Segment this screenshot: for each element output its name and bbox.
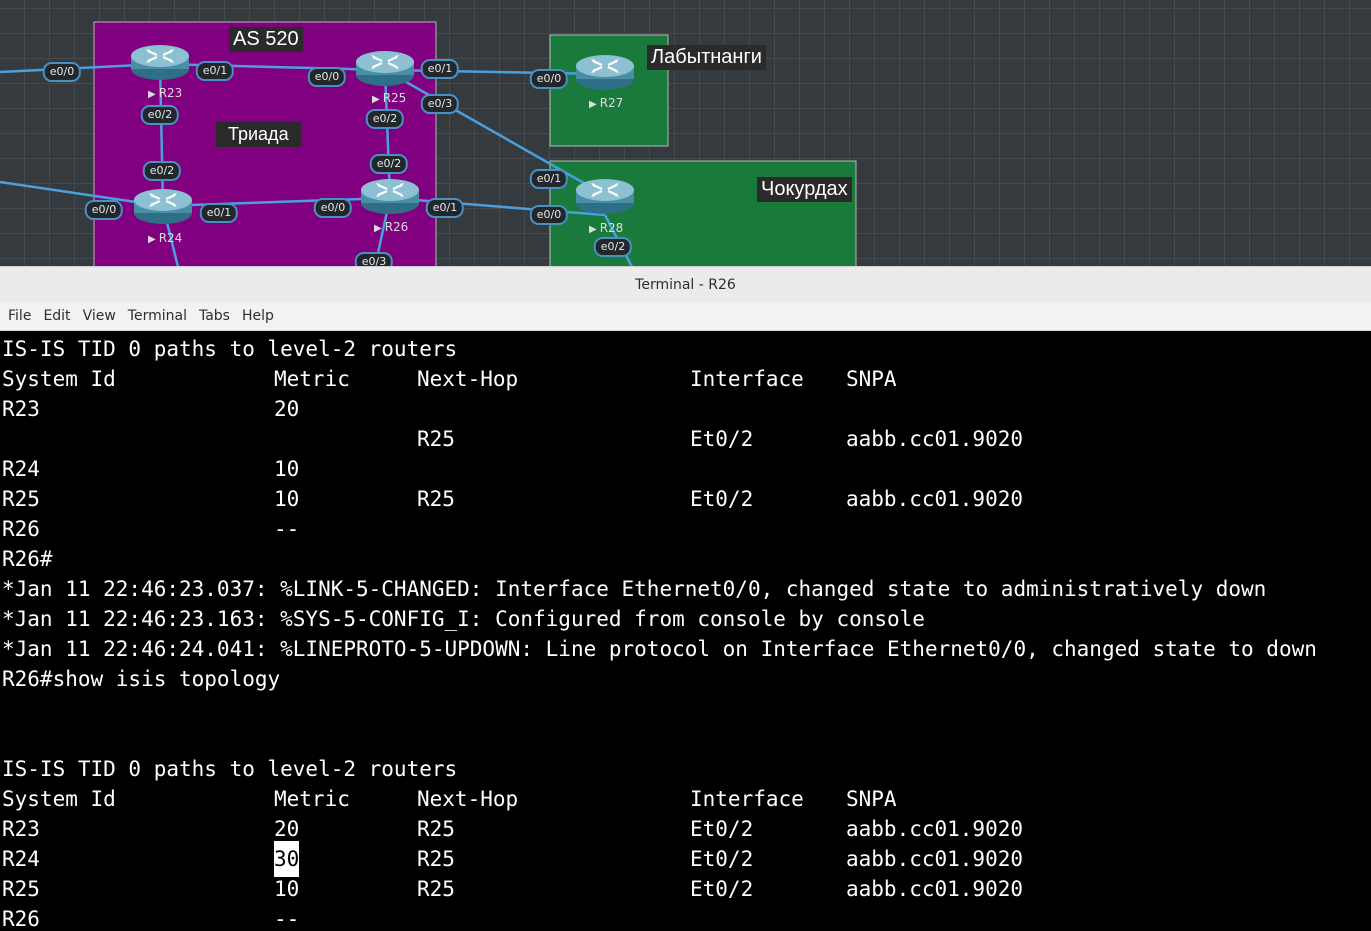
router-label: ▶ R28 (589, 221, 623, 235)
zone-label-triada[interactable]: Триада (216, 122, 301, 147)
router-label: ▶ R27 (589, 96, 623, 110)
interface-label[interactable]: e0/0 (529, 205, 569, 225)
cell: R25 (417, 877, 455, 901)
cell: R26 (2, 907, 40, 931)
command-line: R26#show isis topology (2, 667, 281, 691)
interface-label[interactable]: e0/2 (140, 105, 180, 125)
terminal-output[interactable]: IS-IS TID 0 paths to level-2 routers Syst… (0, 331, 1371, 931)
interface-label[interactable]: e0/1 (199, 203, 239, 223)
cell: Next-Hop (417, 367, 519, 391)
router-icon[interactable] (133, 186, 193, 226)
interface-label[interactable]: e0/3 (420, 94, 460, 114)
router-label: ▶ R25 (372, 91, 406, 105)
topology-canvas[interactable]: AS 520 Триада Лабытнанги Чокурдах ▶ R23 ▶ R… (0, 0, 1371, 267)
menu-tabs[interactable]: Tabs (193, 308, 236, 324)
cell: aabb.cc01.9020 (846, 877, 1024, 901)
interface-label[interactable]: e0/2 (365, 109, 405, 129)
window-titlebar[interactable]: Terminal - R26 (0, 266, 1371, 303)
interface-label[interactable]: e0/0 (307, 67, 347, 87)
menu-help[interactable]: Help (236, 308, 280, 324)
cell: Et0/2 (690, 427, 754, 451)
interface-label[interactable]: e0/2 (593, 237, 633, 257)
router-name: R25 (382, 91, 407, 105)
router-name: R23 (158, 86, 183, 100)
cell: R25 (417, 487, 455, 511)
cell: aabb.cc01.9020 (846, 427, 1024, 451)
interface-label[interactable]: e0/0 (529, 69, 569, 89)
interface-label[interactable]: e0/1 (425, 198, 465, 218)
cell: Interface (690, 367, 804, 391)
router-icon[interactable] (130, 42, 190, 82)
menu-bar: File Edit View Terminal Tabs Help (0, 302, 1371, 331)
play-icon: ▶ (374, 223, 382, 234)
topology-drawing (0, 21, 857, 267)
router-name: R24 (158, 231, 183, 245)
interface-label[interactable]: e0/1 (529, 169, 569, 189)
play-icon: ▶ (148, 234, 156, 245)
log-line: *Jan 11 22:46:23.037: %LINK-5-CHANGED: I… (2, 577, 1267, 601)
router-icon[interactable] (575, 176, 635, 216)
menu-file[interactable]: File (2, 308, 37, 324)
interface-label[interactable]: e0/1 (195, 61, 235, 81)
window-title: Terminal - R26 (635, 277, 736, 293)
interface-label[interactable]: e0/3 (354, 252, 394, 267)
interface-label[interactable]: e0/0 (313, 198, 353, 218)
zone-label-chokurdakh[interactable]: Чокурдах (757, 177, 852, 202)
interface-label[interactable]: e0/2 (369, 154, 409, 174)
router-name: R26 (384, 220, 409, 234)
router-icon[interactable] (355, 48, 415, 88)
cell: -- (274, 517, 300, 541)
log-line: *Jan 11 22:46:23.163: %SYS-5-CONFIG_I: C… (2, 607, 925, 631)
menu-view[interactable]: View (77, 308, 122, 324)
router-label: ▶ R26 (374, 220, 408, 234)
cell: Et0/2 (690, 487, 754, 511)
router-name: R27 (599, 96, 624, 110)
play-icon: ▶ (589, 99, 597, 110)
router-icon[interactable] (360, 176, 420, 216)
cell: R25 (417, 427, 455, 451)
play-icon: ▶ (589, 224, 597, 235)
cell: aabb.cc01.9020 (846, 487, 1024, 511)
cell: SNPA (846, 367, 897, 391)
router-label: ▶ R24 (148, 231, 182, 245)
cell: R23 (2, 397, 40, 421)
router-name: R28 (599, 221, 624, 235)
play-icon: ▶ (148, 89, 156, 100)
cell: -- (274, 907, 300, 931)
interface-label[interactable]: e0/0 (42, 62, 82, 82)
play-icon: ▶ (372, 94, 380, 105)
interface-label[interactable]: e0/0 (84, 200, 124, 220)
router-icon[interactable] (575, 52, 635, 92)
router-label: ▶ R23 (148, 86, 182, 100)
log-line: *Jan 11 22:46:24.041: %LINEPROTO-5-UPDOW… (2, 637, 1317, 661)
interface-label[interactable]: e0/1 (420, 59, 460, 79)
interface-label[interactable]: e0/2 (142, 161, 182, 181)
cell: 20 (274, 397, 300, 421)
table-heading: IS-IS TID 0 paths to level-2 routers (2, 337, 458, 361)
prompt-line: R26# (2, 547, 53, 571)
zone-label-labytnangi[interactable]: Лабытнанги (647, 45, 766, 70)
menu-edit[interactable]: Edit (37, 308, 76, 324)
cell: Et0/2 (690, 877, 754, 901)
table-heading: IS-IS TID 0 paths to level-2 routers (2, 757, 458, 781)
zone-label-as520[interactable]: AS 520 (229, 27, 303, 52)
menu-terminal[interactable]: Terminal (122, 308, 193, 324)
